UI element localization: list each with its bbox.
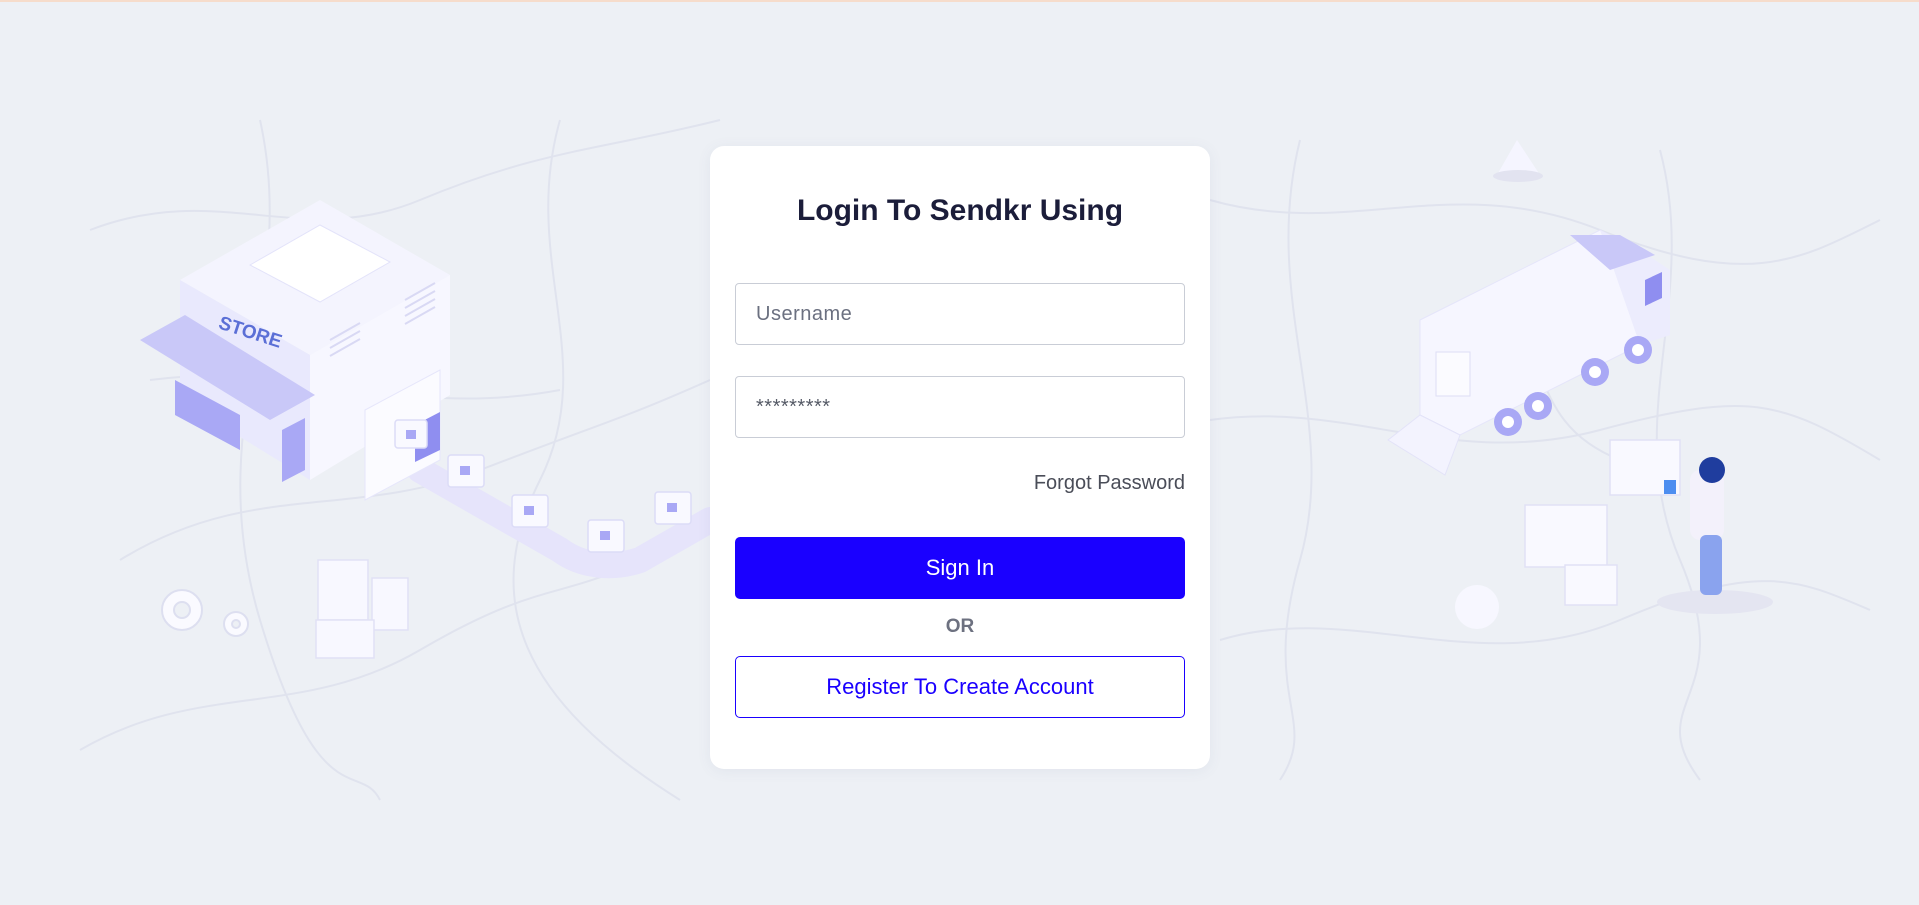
delivery-truck — [1387, 229, 1670, 476]
login-card: Login To Sendkr Using Forgot Password Si… — [710, 146, 1210, 769]
stacked-boxes-right — [1524, 439, 1681, 606]
password-field[interactable] — [735, 376, 1185, 438]
stacked-boxes-left — [315, 559, 409, 659]
cone-decor — [1497, 140, 1540, 175]
username-field[interactable] — [735, 283, 1185, 345]
person-figure — [1657, 457, 1773, 614]
login-title: Login To Sendkr Using — [796, 194, 1124, 227]
gear-cluster — [161, 589, 249, 637]
store-building: STORE — [140, 200, 450, 501]
forgot-password-link[interactable]: Forgot Password — [1034, 472, 1185, 495]
sphere-decor — [1455, 585, 1499, 629]
sign-in-button[interactable]: Sign In — [735, 537, 1185, 599]
or-divider-text: OR — [945, 616, 975, 637]
register-button[interactable]: Register To Create Account — [735, 656, 1185, 718]
